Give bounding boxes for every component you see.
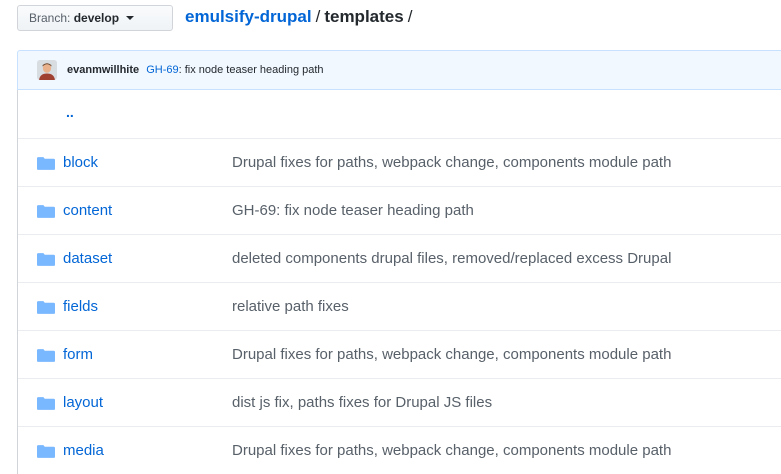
file-row[interactable]: media Drupal fixes for paths, webpack ch… bbox=[18, 426, 781, 474]
file-name-link[interactable]: layout bbox=[63, 379, 103, 426]
file-commit-message[interactable]: Drupal fixes for paths, webpack change, … bbox=[232, 139, 781, 186]
file-row[interactable]: fields relative path fixes bbox=[18, 282, 781, 330]
file-name-link[interactable]: media bbox=[63, 427, 104, 474]
folder-icon bbox=[37, 397, 55, 410]
caret-down-icon bbox=[126, 16, 135, 20]
file-commit-message[interactable]: GH-69: fix node teaser heading path bbox=[232, 187, 781, 234]
branch-prefix-label: Branch: bbox=[29, 11, 71, 25]
file-name-link[interactable]: dataset bbox=[63, 235, 112, 282]
file-commit-message[interactable]: dist js fix, paths fixes for Drupal JS f… bbox=[232, 379, 781, 426]
file-row[interactable]: content GH-69: fix node teaser heading p… bbox=[18, 186, 781, 234]
file-name-link[interactable]: content bbox=[63, 187, 112, 234]
breadcrumb: emulsify-drupal / templates / bbox=[185, 4, 416, 30]
folder-icon bbox=[37, 301, 55, 314]
breadcrumb-separator: / bbox=[315, 7, 321, 26]
latest-commit-bar: evanmwillhite GH-69: fix node teaser hea… bbox=[17, 50, 781, 90]
commit-issue-link[interactable]: GH-69 bbox=[146, 64, 178, 76]
commit-summary: evanmwillhite GH-69: fix node teaser hea… bbox=[67, 51, 324, 89]
file-row[interactable]: block Drupal fixes for paths, webpack ch… bbox=[18, 138, 781, 186]
branch-name: develop bbox=[73, 11, 120, 25]
file-name-link[interactable]: fields bbox=[63, 283, 98, 330]
file-commit-message[interactable]: relative path fixes bbox=[232, 283, 781, 330]
file-row[interactable]: form Drupal fixes for paths, webpack cha… bbox=[18, 330, 781, 378]
parent-directory-link[interactable]: .. bbox=[66, 100, 74, 124]
breadcrumb-separator: / bbox=[407, 7, 413, 26]
file-commit-message[interactable]: Drupal fixes for paths, webpack change, … bbox=[232, 427, 781, 474]
avatar[interactable] bbox=[37, 60, 57, 80]
breadcrumb-repo-link[interactable]: emulsify-drupal bbox=[185, 7, 312, 26]
commit-author-link[interactable]: evanmwillhite bbox=[67, 64, 139, 76]
file-name-link[interactable]: form bbox=[63, 331, 93, 378]
file-row[interactable]: dataset deleted components drupal files,… bbox=[18, 234, 781, 282]
parent-directory-row[interactable]: .. bbox=[18, 90, 781, 138]
file-commit-message[interactable]: deleted components drupal files, removed… bbox=[232, 235, 781, 282]
branch-select-button[interactable]: Branch: develop bbox=[17, 5, 173, 31]
file-list: .. block Drupal fixes for paths, webpack… bbox=[17, 90, 781, 474]
file-name-link[interactable]: block bbox=[63, 139, 98, 186]
folder-icon bbox=[37, 205, 55, 218]
folder-icon bbox=[37, 253, 55, 266]
breadcrumb-current-path: templates bbox=[324, 7, 404, 26]
folder-icon bbox=[37, 157, 55, 170]
folder-icon bbox=[37, 349, 55, 362]
user-avatar-icon bbox=[37, 60, 57, 80]
folder-icon bbox=[37, 445, 55, 458]
file-commit-message[interactable]: Drupal fixes for paths, webpack change, … bbox=[232, 331, 781, 378]
repo-header: Branch: develop emulsify-drupal / template… bbox=[0, 0, 781, 36]
file-row[interactable]: layout dist js fix, paths fixes for Drup… bbox=[18, 378, 781, 426]
commit-message[interactable]: : fix node teaser heading path bbox=[179, 64, 324, 76]
